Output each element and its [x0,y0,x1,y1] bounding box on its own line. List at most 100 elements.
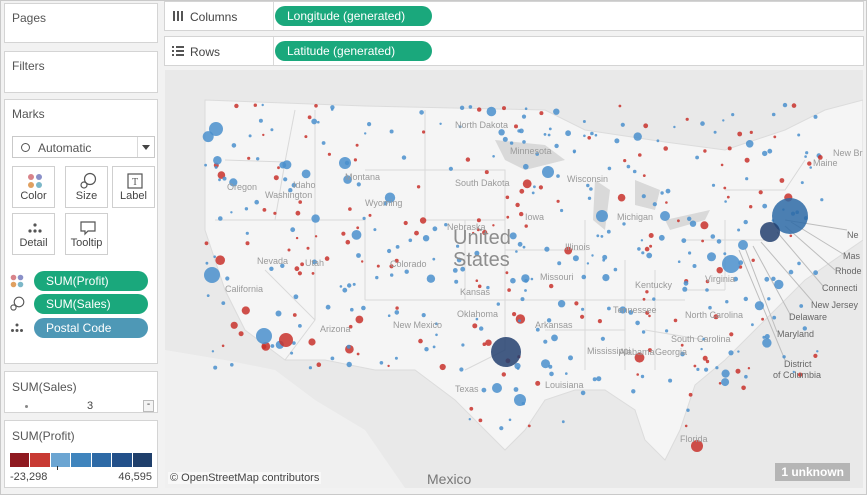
postal-code-mark[interactable] [549,283,554,289]
postal-code-mark[interactable] [244,207,249,211]
postal-code-mark[interactable] [649,244,653,248]
postal-code-mark[interactable] [660,211,670,221]
color-ramp[interactable] [10,453,153,467]
postal-code-mark[interactable] [469,406,474,411]
postal-code-mark[interactable] [722,119,725,122]
postal-code-mark[interactable] [703,149,707,153]
postal-code-mark[interactable] [306,246,310,250]
postal-code-mark[interactable] [596,376,602,382]
postal-code-mark[interactable] [348,207,352,211]
postal-code-mark[interactable] [602,254,608,260]
postal-code-mark[interactable] [213,156,222,165]
postal-code-mark[interactable] [720,163,724,167]
postal-code-mark[interactable] [631,389,636,394]
postal-code-mark[interactable] [723,252,727,256]
postal-code-mark[interactable] [586,183,590,188]
postal-code-mark[interactable] [773,135,777,139]
pill-latitude[interactable]: Latitude (generated) [275,41,432,61]
postal-code-mark[interactable] [356,253,361,258]
postal-code-mark[interactable] [346,361,352,368]
postal-code-mark[interactable] [485,339,492,346]
postal-code-mark[interactable] [557,261,562,266]
postal-code-mark[interactable] [256,157,260,161]
postal-code-mark[interactable] [408,238,413,243]
postal-code-mark[interactable] [539,111,544,116]
postal-code-mark[interactable] [764,334,770,339]
postal-code-mark[interactable] [724,200,727,203]
postal-code-mark[interactable] [568,355,573,361]
postal-code-mark[interactable] [519,211,524,217]
postal-code-mark[interactable] [345,239,351,245]
postal-code-mark[interactable] [253,103,257,107]
columns-shelf[interactable]: Columns Longitude (generated) [164,1,864,31]
postal-code-mark[interactable] [505,195,510,200]
postal-code-mark[interactable] [530,277,534,281]
postal-code-mark[interactable] [356,182,361,187]
postal-code-mark[interactable] [538,185,543,190]
postal-code-mark[interactable] [204,267,220,283]
postal-code-mark[interactable] [692,264,697,268]
postal-code-mark[interactable] [499,426,504,431]
postal-code-mark[interactable] [414,230,419,236]
postal-code-mark[interactable] [738,240,748,250]
postal-code-mark[interactable] [707,252,716,262]
postal-code-mark[interactable] [580,314,585,319]
postal-code-mark[interactable] [426,274,436,283]
postal-code-mark[interactable] [527,424,531,428]
postal-code-mark[interactable] [484,170,489,175]
postal-code-mark[interactable] [421,313,426,318]
postal-code-mark[interactable] [307,115,312,120]
postal-code-mark[interactable] [725,300,729,304]
postal-code-mark[interactable] [432,226,438,232]
postal-code-mark[interactable] [230,321,238,329]
postal-code-mark[interactable] [514,124,518,129]
postal-code-mark[interactable] [238,331,244,337]
postal-code-mark[interactable] [751,258,755,262]
postal-code-mark[interactable] [362,216,366,220]
postal-code-mark[interactable] [523,163,529,170]
postal-code-mark[interactable] [314,235,318,238]
map-canvas[interactable]: Washington Oregon Idaho Montana North Dakota… [165,70,863,488]
postal-code-mark[interactable] [521,114,527,119]
postal-code-mark[interactable] [560,208,564,213]
postal-code-mark[interactable] [665,329,669,333]
postal-code-mark[interactable] [767,148,773,154]
postal-code-mark[interactable] [596,234,600,238]
map-view[interactable]: Washington Oregon Idaho Montana North Dakota… [165,70,863,488]
postal-code-mark[interactable] [394,310,400,315]
postal-code-mark[interactable] [230,211,233,214]
postal-code-mark[interactable] [510,277,516,284]
postal-code-mark[interactable] [797,261,801,266]
postal-code-mark[interactable] [498,129,505,136]
postal-code-mark[interactable] [395,306,399,310]
size-legend-scroll-button[interactable]: - [143,400,154,412]
postal-code-mark[interactable] [581,274,587,280]
postal-code-mark[interactable] [705,288,709,292]
postal-code-mark[interactable] [355,143,359,147]
postal-code-mark[interactable] [645,290,649,294]
postal-code-mark[interactable] [531,191,535,195]
postal-code-mark[interactable] [501,372,506,377]
postal-code-mark[interactable] [590,131,594,136]
postal-code-mark[interactable] [632,169,637,174]
postal-code-mark[interactable] [665,188,671,194]
postal-code-mark[interactable] [561,420,565,424]
postal-code-mark[interactable] [204,241,209,246]
postal-code-mark[interactable] [727,146,732,151]
postal-code-mark[interactable] [656,139,660,143]
postal-code-mark[interactable] [448,166,453,171]
postal-code-mark[interactable] [586,262,590,265]
postal-code-mark[interactable] [522,140,526,144]
postal-code-mark[interactable] [606,229,611,234]
postal-code-mark[interactable] [620,122,625,127]
postal-code-mark[interactable] [673,125,676,129]
postal-code-mark[interactable] [373,228,377,232]
postal-code-mark[interactable] [721,369,730,378]
postal-code-mark[interactable] [213,255,216,258]
postal-code-mark[interactable] [721,378,730,387]
postal-code-mark[interactable] [705,359,710,364]
postal-code-mark[interactable] [749,205,753,209]
postal-code-mark[interactable] [524,107,528,110]
postal-code-mark[interactable] [522,179,532,189]
postal-code-mark[interactable] [513,387,519,392]
